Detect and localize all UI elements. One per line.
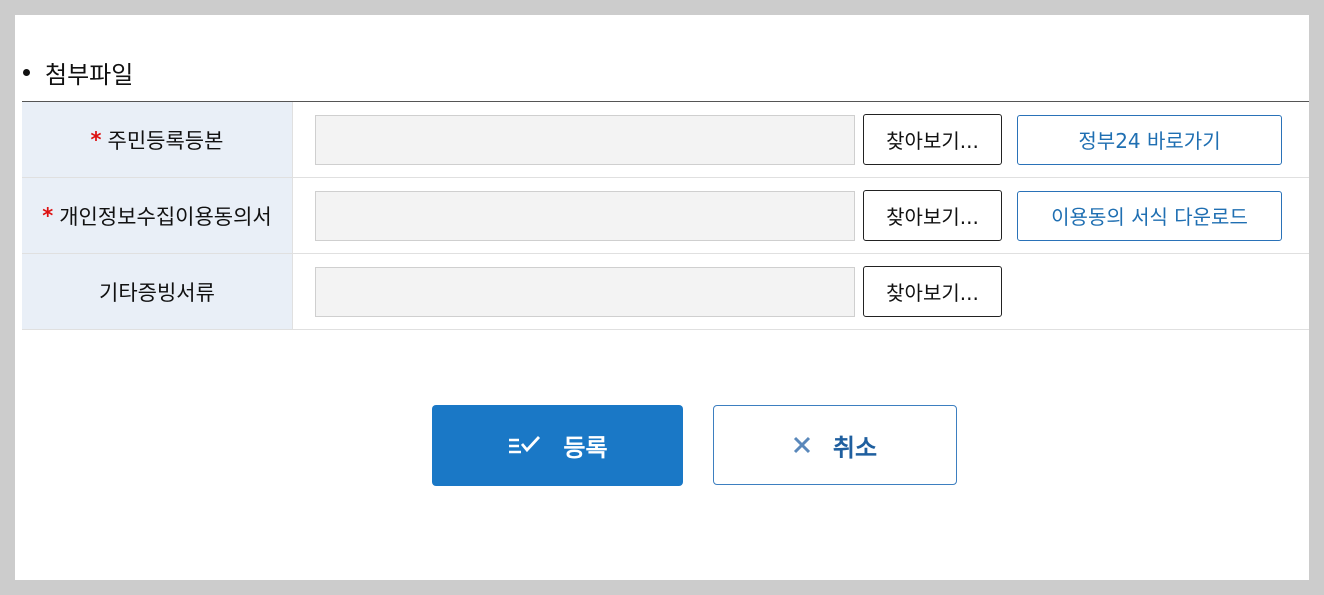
- row-field-cell: 찾아보기... 정부24 바로가기: [293, 102, 1309, 177]
- cancel-label: 취소: [832, 433, 878, 462]
- file-path-input[interactable]: [315, 266, 855, 317]
- register-button[interactable]: 등록: [432, 405, 683, 486]
- row-label-cell: * 개인정보수집이용동의서: [22, 178, 293, 253]
- file-path-input[interactable]: [315, 114, 855, 165]
- browse-button[interactable]: 찾아보기...: [863, 266, 1002, 317]
- register-label: 등록: [563, 434, 608, 462]
- table-row: * 주민등록등본 찾아보기... 정부24 바로가기: [22, 102, 1309, 178]
- table-row: * 개인정보수집이용동의서 찾아보기... 이용동의 서식 다운로드: [22, 178, 1309, 254]
- consent-form-download-button[interactable]: 이용동의 서식 다운로드: [1017, 190, 1282, 241]
- row-label-cell: * 주민등록등본: [22, 102, 293, 177]
- browse-button[interactable]: 찾아보기...: [863, 190, 1002, 241]
- attachment-table: * 주민등록등본 찾아보기... 정부24 바로가기 * 개인정보수집이용동의서…: [22, 101, 1309, 330]
- close-icon: [793, 436, 811, 454]
- required-marker: *: [42, 203, 54, 228]
- required-marker: *: [90, 127, 102, 152]
- attachment-panel: 첨부파일 * 주민등록등본 찾아보기... 정부24 바로가기 * 개인정보수집…: [15, 15, 1309, 580]
- row-field-cell: 찾아보기... 이용동의 서식 다운로드: [293, 178, 1309, 253]
- section-heading: 첨부파일: [23, 55, 133, 90]
- file-path-input[interactable]: [315, 190, 855, 241]
- gov24-link-button[interactable]: 정부24 바로가기: [1017, 114, 1282, 165]
- row-label-cell: 기타증빙서류: [22, 254, 293, 329]
- row-label: 주민등록등본: [107, 128, 224, 153]
- row-label: 기타증빙서류: [99, 280, 215, 305]
- checklist-icon: [507, 434, 541, 458]
- table-row: 기타증빙서류 찾아보기...: [22, 254, 1309, 330]
- browse-button[interactable]: 찾아보기...: [863, 114, 1002, 165]
- bullet-icon: [23, 69, 30, 76]
- row-label: 개인정보수집이용동의서: [59, 204, 272, 229]
- cancel-button[interactable]: 취소: [713, 405, 957, 485]
- row-field-cell: 찾아보기...: [293, 254, 1309, 329]
- section-title: 첨부파일: [45, 61, 134, 89]
